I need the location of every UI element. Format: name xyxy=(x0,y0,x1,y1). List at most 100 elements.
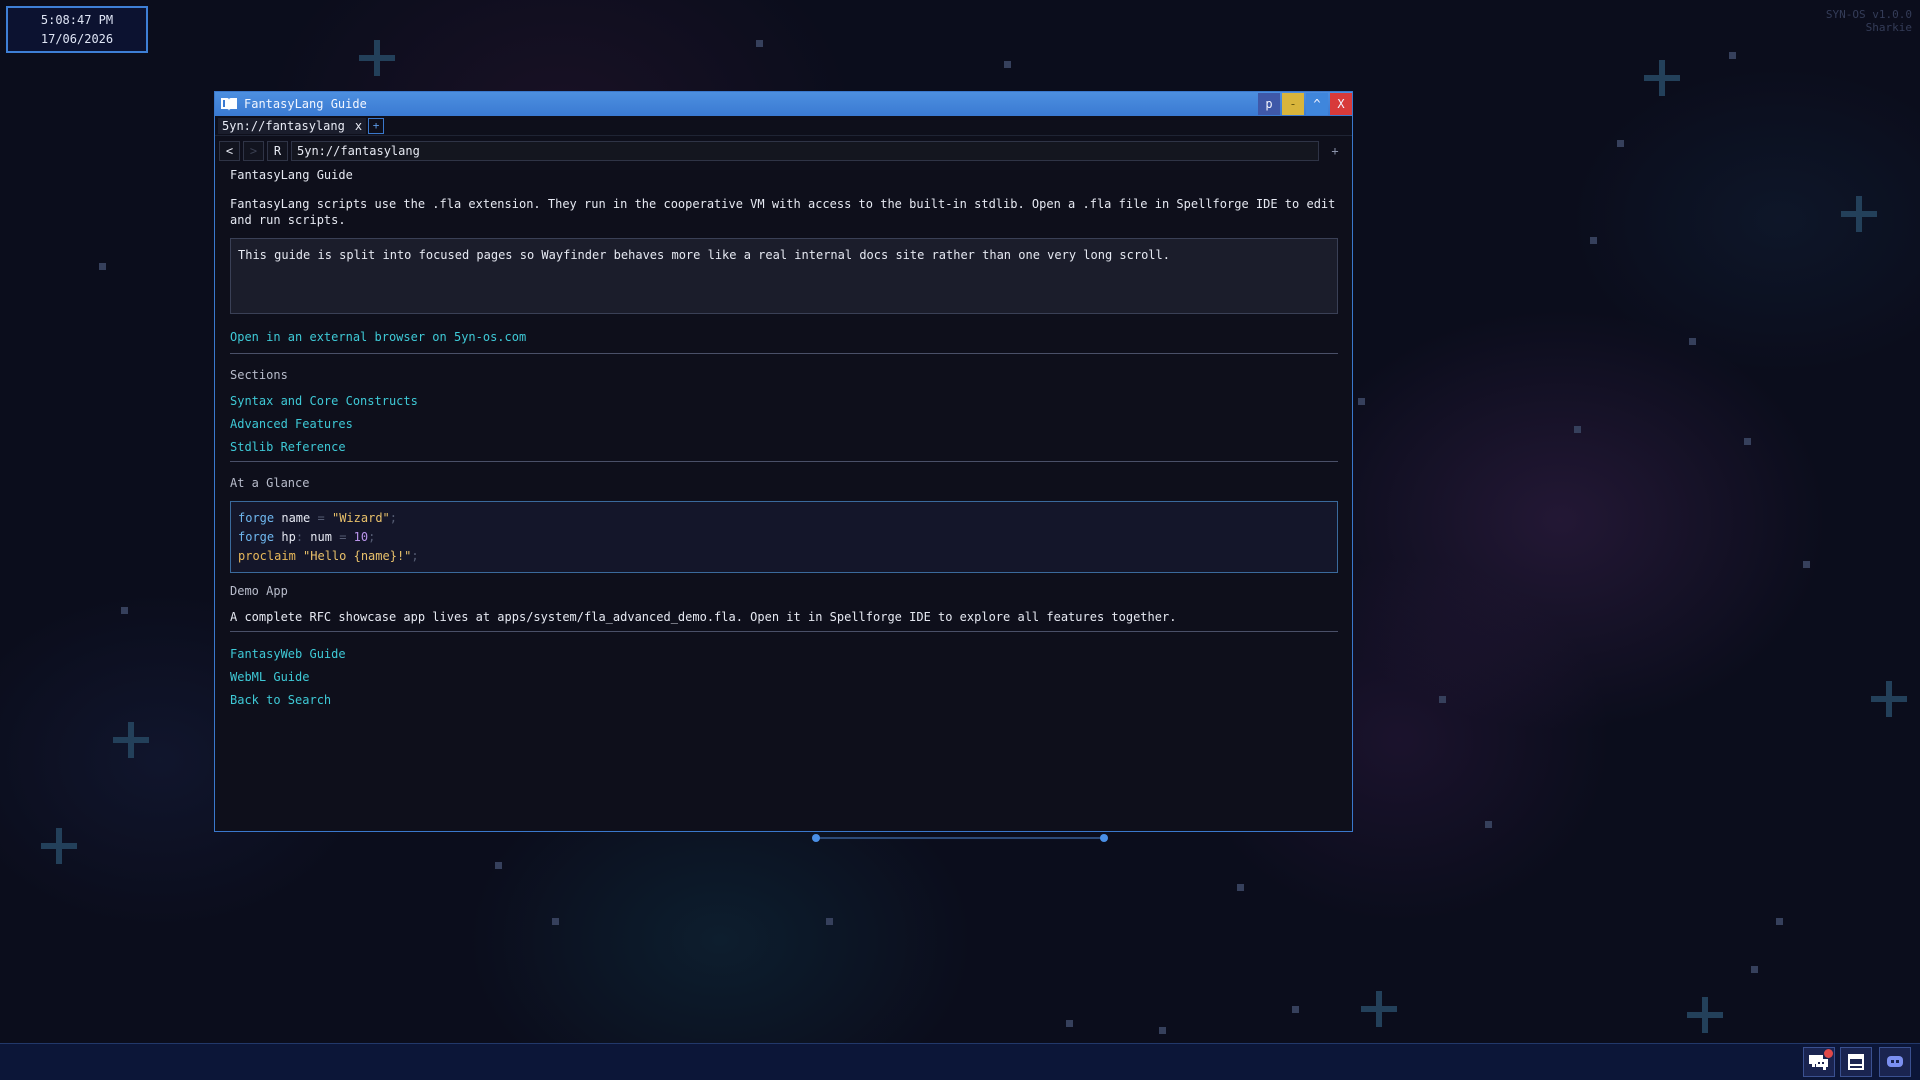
code-type: num xyxy=(310,530,332,544)
discord-icon xyxy=(1887,1056,1903,1067)
external-browser-link[interactable]: Open in an external browser on 5yn-os.co… xyxy=(230,328,1338,347)
resize-handle[interactable] xyxy=(812,834,820,842)
star xyxy=(1237,884,1244,891)
code-string: "Wizard" xyxy=(331,511,390,525)
star xyxy=(1439,696,1446,703)
star xyxy=(1617,140,1624,147)
browser-window: FantasyLang Guide p - ^ X 5yn://fantasyl… xyxy=(214,91,1353,832)
close-button[interactable]: X xyxy=(1330,93,1352,115)
divider xyxy=(230,461,1338,462)
link-stdlib-reference[interactable]: Stdlib Reference xyxy=(230,438,1338,457)
star-cross xyxy=(1687,997,1723,1033)
star-cross xyxy=(41,828,77,864)
forward-button[interactable]: > xyxy=(243,141,264,161)
code-semicolon: ; xyxy=(389,511,397,525)
reload-button[interactable]: R xyxy=(267,141,288,161)
tab-close-button[interactable]: x xyxy=(355,119,362,133)
code-line: forge name = "Wizard"; xyxy=(238,509,1330,528)
code-string: "Hello {name}!" xyxy=(303,549,412,563)
star xyxy=(1744,438,1751,445)
star-cross xyxy=(113,722,149,758)
code-line: proclaim "Hello {name}!"; xyxy=(238,547,1330,566)
star xyxy=(1590,237,1597,244)
star-cross xyxy=(359,40,395,76)
maximize-button[interactable]: ^ xyxy=(1306,93,1328,115)
star xyxy=(1159,1027,1166,1034)
desktop-clock[interactable]: 5:08:47 PM 17/06/2026 xyxy=(6,6,148,53)
code-sample: forge name = "Wizard"; forge hp: num = 1… xyxy=(230,501,1338,573)
code-keyword: forge xyxy=(238,530,275,544)
tab-strip: 5yn://fantasylang x + xyxy=(215,116,1352,136)
os-version: SYN-OS v1.0.0 xyxy=(1825,8,1912,21)
link-back-to-search[interactable]: Back to Search xyxy=(230,691,1338,710)
star xyxy=(1292,1006,1299,1013)
star xyxy=(756,40,763,47)
back-button[interactable]: < xyxy=(219,141,240,161)
code-identifier: name xyxy=(281,511,311,525)
address-bar[interactable] xyxy=(291,141,1319,161)
new-tab-button[interactable]: + xyxy=(368,117,385,134)
info-callout: This guide is split into focused pages s… xyxy=(230,238,1338,314)
code-operator: = xyxy=(339,530,347,544)
os-version-watermark: SYN-OS v1.0.0 Sharkie xyxy=(1826,8,1912,34)
link-advanced-features[interactable]: Advanced Features xyxy=(230,415,1338,434)
clock-time: 5:08:47 PM xyxy=(40,12,114,27)
star xyxy=(1776,918,1783,925)
minimize-button[interactable]: - xyxy=(1282,93,1304,115)
taskbar xyxy=(0,1043,1920,1080)
book-icon xyxy=(221,98,237,111)
divider xyxy=(230,353,1338,354)
star xyxy=(552,918,559,925)
bookmark-add-button[interactable]: + xyxy=(1322,141,1348,161)
code-operator: = xyxy=(317,511,325,525)
star-cross xyxy=(1841,196,1877,232)
clock-date: 17/06/2026 xyxy=(40,31,114,46)
star xyxy=(1803,561,1810,568)
link-syntax-core[interactable]: Syntax and Core Constructs xyxy=(230,392,1338,411)
glance-heading: At a Glance xyxy=(230,476,310,490)
star xyxy=(1485,821,1492,828)
star xyxy=(1004,61,1011,68)
resize-handle[interactable] xyxy=(1100,834,1108,842)
star xyxy=(99,263,106,270)
sections-heading: Sections xyxy=(230,368,288,382)
sections-list: Syntax and Core Constructs Advanced Feat… xyxy=(230,392,1338,457)
pin-button[interactable]: p xyxy=(1258,93,1280,115)
divider xyxy=(230,631,1338,632)
star xyxy=(121,607,128,614)
star xyxy=(826,918,833,925)
tab-fantasylang[interactable]: 5yn://fantasylang x xyxy=(218,117,367,134)
code-line: forge hp: num = 10; xyxy=(238,528,1330,547)
chat-button[interactable] xyxy=(1803,1047,1835,1077)
star-cross xyxy=(1871,681,1907,717)
star xyxy=(1729,52,1736,59)
link-webml-guide[interactable]: WebML Guide xyxy=(230,668,1338,687)
star-cross xyxy=(1361,991,1397,1027)
star xyxy=(1358,398,1365,405)
page-content: FantasyLang Guide FantasyLang scripts us… xyxy=(215,165,1352,710)
code-keyword: forge xyxy=(238,511,275,525)
star xyxy=(495,862,502,869)
intro-paragraph: FantasyLang scripts use the .fla extensi… xyxy=(230,197,1336,227)
window-switcher-button[interactable] xyxy=(1840,1047,1872,1077)
star xyxy=(1066,1020,1073,1027)
code-operator: : xyxy=(295,530,304,544)
related-links: FantasyWeb Guide WebML Guide Back to Sea… xyxy=(230,645,1338,710)
window-resize-guide xyxy=(816,837,1104,839)
username: Sharkie xyxy=(1865,21,1912,34)
demo-heading: Demo App xyxy=(230,584,288,598)
discord-button[interactable] xyxy=(1879,1047,1911,1077)
notification-badge xyxy=(1824,1049,1833,1058)
window-title: FantasyLang Guide xyxy=(244,97,367,111)
tab-label: 5yn://fantasylang xyxy=(222,118,345,133)
page-title: FantasyLang Guide xyxy=(230,168,353,182)
link-fantasyweb-guide[interactable]: FantasyWeb Guide xyxy=(230,645,1338,664)
code-identifier: hp xyxy=(281,530,296,544)
window-icon xyxy=(1848,1054,1864,1070)
window-titlebar[interactable]: FantasyLang Guide p - ^ X xyxy=(215,92,1352,116)
demo-paragraph: A complete RFC showcase app lives at app… xyxy=(230,610,1177,624)
code-function: proclaim xyxy=(238,549,296,563)
star-cross xyxy=(1644,60,1680,96)
star xyxy=(1689,338,1696,345)
star xyxy=(1751,966,1758,973)
